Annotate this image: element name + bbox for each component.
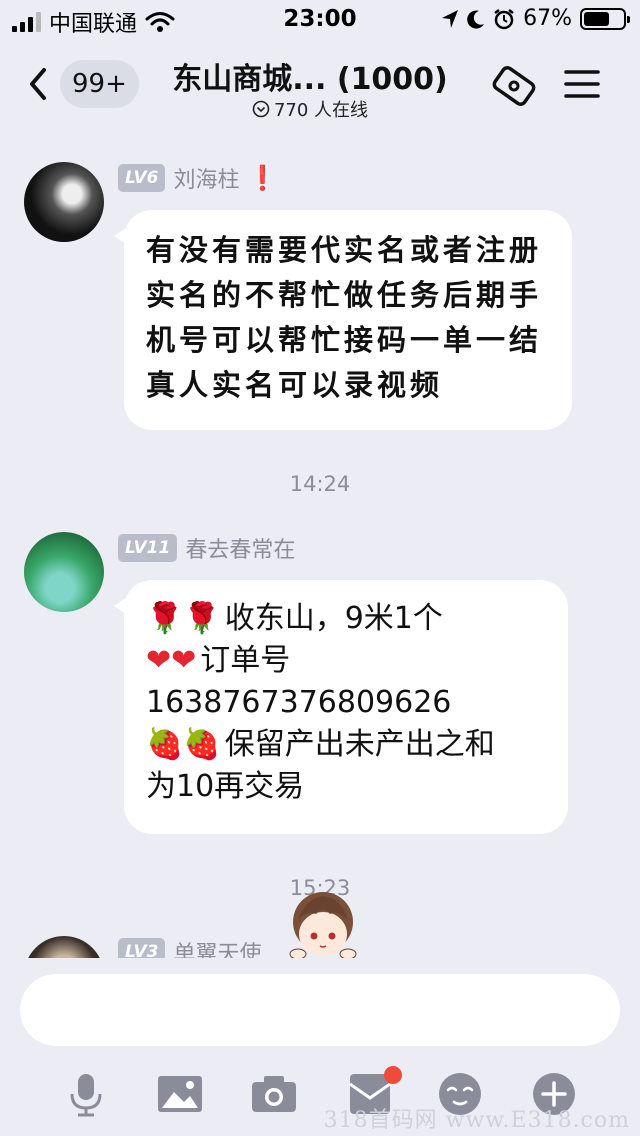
- exclamation-icon: ❗: [247, 164, 278, 192]
- image-icon[interactable]: [156, 1070, 204, 1118]
- message-line: 为10再交易: [146, 766, 546, 808]
- sender-name[interactable]: 单翼天使: [173, 936, 261, 958]
- message-bubble[interactable]: 有没有需要代实名或者注册 实名的不帮忙做任务后期手 机号可以帮忙接码一单一结 真…: [114, 210, 572, 430]
- order-number: 1638767376809626: [146, 685, 452, 720]
- timestamp: 14:24: [289, 472, 351, 496]
- level-badge: LV3: [118, 938, 166, 958]
- level-badge: LV11: [118, 534, 178, 562]
- message-meta: LV6 刘海柱 ❗: [118, 162, 277, 194]
- message-bubble[interactable]: 🌹🌹 收东山，9米1个 ❤❤ 订单号 1638767376809626 🍓🍓 保…: [114, 580, 568, 834]
- sender-name[interactable]: 春去春常在: [185, 532, 295, 564]
- message-line: 🍓🍓 保留产出未产出之和: [146, 724, 546, 766]
- online-label: 770 人在线: [273, 100, 369, 121]
- message-meta: LV3 单翼天使: [118, 936, 262, 958]
- menu-icon[interactable]: [564, 68, 600, 100]
- message-line: 🌹🌹 收东山，9米1个: [146, 598, 546, 640]
- moon-icon: [467, 10, 485, 29]
- message-text: 订单号: [200, 643, 291, 678]
- battery-icon: [580, 7, 630, 30]
- message-line: ❤❤ 订单号: [146, 640, 546, 682]
- status-bar: 中国联通 23:00 67%: [0, 0, 640, 40]
- ticket-icon[interactable]: [490, 66, 538, 106]
- chevron-circle-icon: [252, 100, 270, 118]
- back-icon[interactable]: [24, 64, 54, 104]
- avatar[interactable]: [24, 532, 104, 612]
- nav-bar: 99+ 东山商城... (1000) 770 人在线: [0, 40, 640, 128]
- message-line: 机号可以帮忙接码一单一结: [146, 323, 543, 357]
- camera-icon[interactable]: [250, 1070, 298, 1118]
- strawberry-icon: 🍓🍓: [146, 727, 221, 762]
- chat-list[interactable]: LV6 刘海柱 ❗ 有没有需要代实名或者注册 实名的不帮忙做任务后期手 机号可以…: [0, 128, 640, 958]
- message-text: 保留产出未产出之和: [224, 727, 495, 762]
- alarm-icon: [494, 8, 514, 29]
- location-arrow-icon: [442, 9, 459, 28]
- message-input[interactable]: [20, 974, 620, 1046]
- sticker-character-icon[interactable]: [286, 880, 360, 960]
- microphone-icon[interactable]: [62, 1070, 110, 1118]
- watermark: 318首码网 www.E318.com: [323, 1108, 630, 1133]
- group-title[interactable]: 东山商城... (1000): [160, 54, 460, 98]
- level-badge: LV6: [118, 164, 166, 192]
- unread-badge[interactable]: 99+: [60, 60, 139, 108]
- notification-dot: [384, 1066, 402, 1084]
- rose-icon: 🌹🌹: [146, 601, 221, 636]
- heart-icon: ❤❤: [146, 643, 197, 678]
- message-line: 有没有需要代实名或者注册: [146, 233, 543, 267]
- message-line: 真人实名可以录视频: [146, 368, 444, 402]
- message-text: 收东山，9米1个: [224, 601, 443, 636]
- avatar[interactable]: [24, 162, 104, 242]
- sender-name[interactable]: 刘海柱: [173, 162, 239, 194]
- message-line: 1638767376809626: [146, 682, 546, 724]
- message-text: 为10再交易: [146, 769, 305, 804]
- input-panel: 318首码网 www.E318.com: [0, 958, 640, 1136]
- status-right: 67%: [441, 6, 630, 31]
- message-line: 实名的不帮忙做任务后期手: [146, 278, 543, 312]
- online-count: 770 人在线: [160, 96, 460, 122]
- battery-percent: 67%: [523, 6, 572, 31]
- message-meta: LV11 春去春常在: [118, 532, 295, 564]
- avatar[interactable]: [24, 936, 104, 958]
